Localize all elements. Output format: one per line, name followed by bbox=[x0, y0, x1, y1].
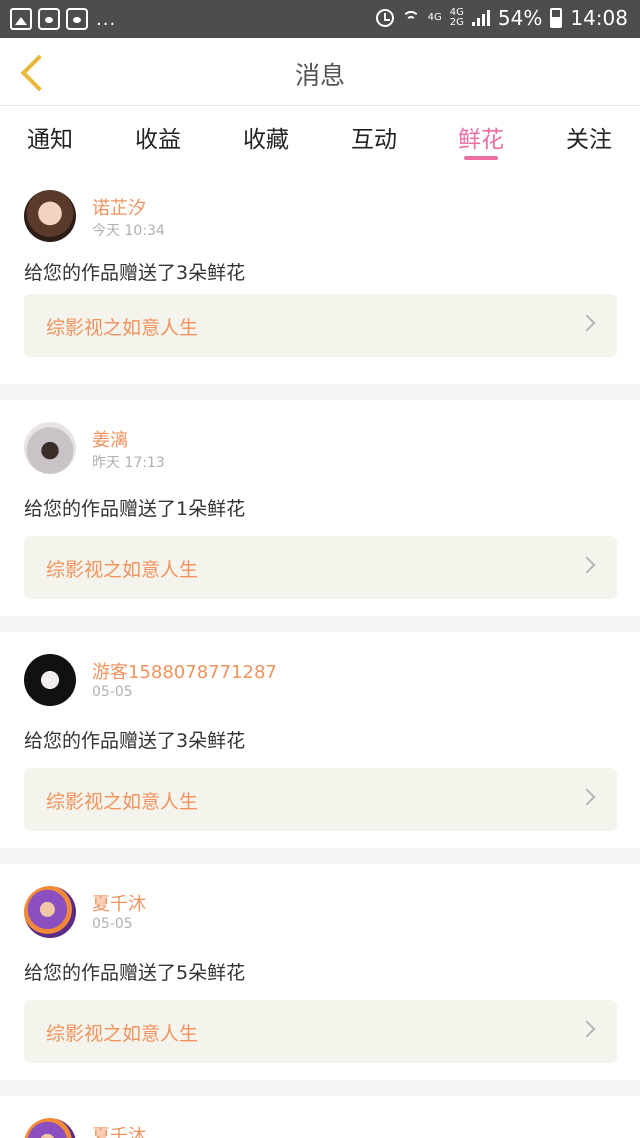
message-time: 05-05 bbox=[92, 684, 133, 700]
divider bbox=[0, 848, 640, 864]
tab-flowers[interactable]: 鲜花 bbox=[441, 120, 521, 154]
tab-bar: 通知 收益 收藏 互动 鲜花 关注 bbox=[0, 106, 640, 170]
avatar[interactable] bbox=[24, 422, 76, 474]
message-text: 给您的作品赠送了3朵鲜花 bbox=[24, 262, 246, 284]
app-header: 消息 bbox=[0, 38, 640, 106]
work-title: 综影视之如意人生 bbox=[46, 791, 199, 813]
work-link[interactable]: 综影视之如意人生 bbox=[24, 536, 617, 599]
message-item[interactable]: 夏千沐 bbox=[0, 1096, 640, 1138]
username[interactable]: 游客1588078771287 bbox=[92, 658, 277, 684]
message-text: 给您的作品赠送了5朵鲜花 bbox=[24, 962, 246, 984]
message-item[interactable]: 游客1588078771287 05-05 给您的作品赠送了3朵鲜花 综影视之如… bbox=[0, 632, 640, 848]
avatar[interactable] bbox=[24, 190, 76, 242]
message-item[interactable]: 姜漓 昨天 17:13 给您的作品赠送了1朵鲜花 综影视之如意人生 bbox=[0, 400, 640, 616]
work-title: 综影视之如意人生 bbox=[46, 1023, 199, 1045]
message-text: 给您的作品赠送了1朵鲜花 bbox=[24, 498, 246, 520]
divider bbox=[0, 1080, 640, 1096]
chevron-right-icon bbox=[578, 1020, 596, 1038]
work-link[interactable]: 综影视之如意人生 bbox=[24, 1000, 617, 1063]
message-text: 给您的作品赠送了3朵鲜花 bbox=[24, 730, 246, 752]
username[interactable]: 姜漓 bbox=[92, 426, 128, 452]
avatar[interactable] bbox=[24, 654, 76, 706]
divider bbox=[0, 616, 640, 632]
message-time: 今天 10:34 bbox=[92, 223, 165, 239]
work-link[interactable]: 综影视之如意人生 bbox=[24, 294, 617, 357]
message-time: 05-05 bbox=[92, 916, 133, 932]
tab-favorites[interactable]: 收藏 bbox=[226, 120, 306, 154]
more-notifications: ... bbox=[96, 8, 117, 30]
tab-earnings[interactable]: 收益 bbox=[118, 120, 198, 154]
username[interactable]: 夏千沐 bbox=[92, 1122, 146, 1138]
chevron-right-icon bbox=[578, 556, 596, 574]
avatar[interactable] bbox=[24, 1118, 76, 1138]
message-item[interactable]: 夏千沐 05-05 给您的作品赠送了5朵鲜花 综影视之如意人生 bbox=[0, 864, 640, 1080]
work-link[interactable]: 综影视之如意人生 bbox=[24, 768, 617, 831]
battery-icon bbox=[550, 8, 563, 28]
username[interactable]: 诺芷汐 bbox=[92, 194, 146, 220]
paw-app-icon bbox=[38, 8, 60, 30]
alarm-icon bbox=[375, 9, 394, 27]
work-title: 综影视之如意人生 bbox=[46, 317, 199, 339]
tab-follows[interactable]: 关注 bbox=[549, 120, 629, 154]
avatar[interactable] bbox=[24, 886, 76, 938]
battery-percent: 54% bbox=[497, 6, 543, 30]
tab-notifications[interactable]: 通知 bbox=[10, 120, 90, 154]
network-type-dual: 4G 2G bbox=[449, 7, 464, 28]
message-item[interactable]: 诺芷汐 今天 10:34 给您的作品赠送了3朵鲜花 综影视之如意人生 bbox=[0, 172, 640, 388]
active-tab-indicator bbox=[464, 156, 498, 160]
paw-app-icon bbox=[66, 8, 88, 30]
divider bbox=[0, 384, 640, 400]
status-bar: ... 4G 4G 2G 54% 14:08 bbox=[0, 0, 640, 38]
notification-icons: ... bbox=[10, 8, 116, 30]
username[interactable]: 夏千沐 bbox=[92, 890, 146, 916]
clock: 14:08 bbox=[570, 6, 628, 30]
chevron-right-icon bbox=[578, 788, 596, 806]
network-type: 4G bbox=[427, 12, 442, 23]
signal-icon bbox=[471, 10, 490, 26]
message-time: 昨天 17:13 bbox=[92, 455, 165, 471]
tab-interactions[interactable]: 互动 bbox=[334, 120, 414, 154]
system-indicators: 4G 4G 2G 54% 14:08 bbox=[375, 6, 628, 30]
chevron-right-icon bbox=[578, 314, 596, 332]
work-title: 综影视之如意人生 bbox=[46, 559, 199, 581]
page-title: 消息 bbox=[294, 61, 345, 90]
wifi-icon bbox=[401, 9, 420, 27]
gallery-icon bbox=[10, 8, 32, 30]
